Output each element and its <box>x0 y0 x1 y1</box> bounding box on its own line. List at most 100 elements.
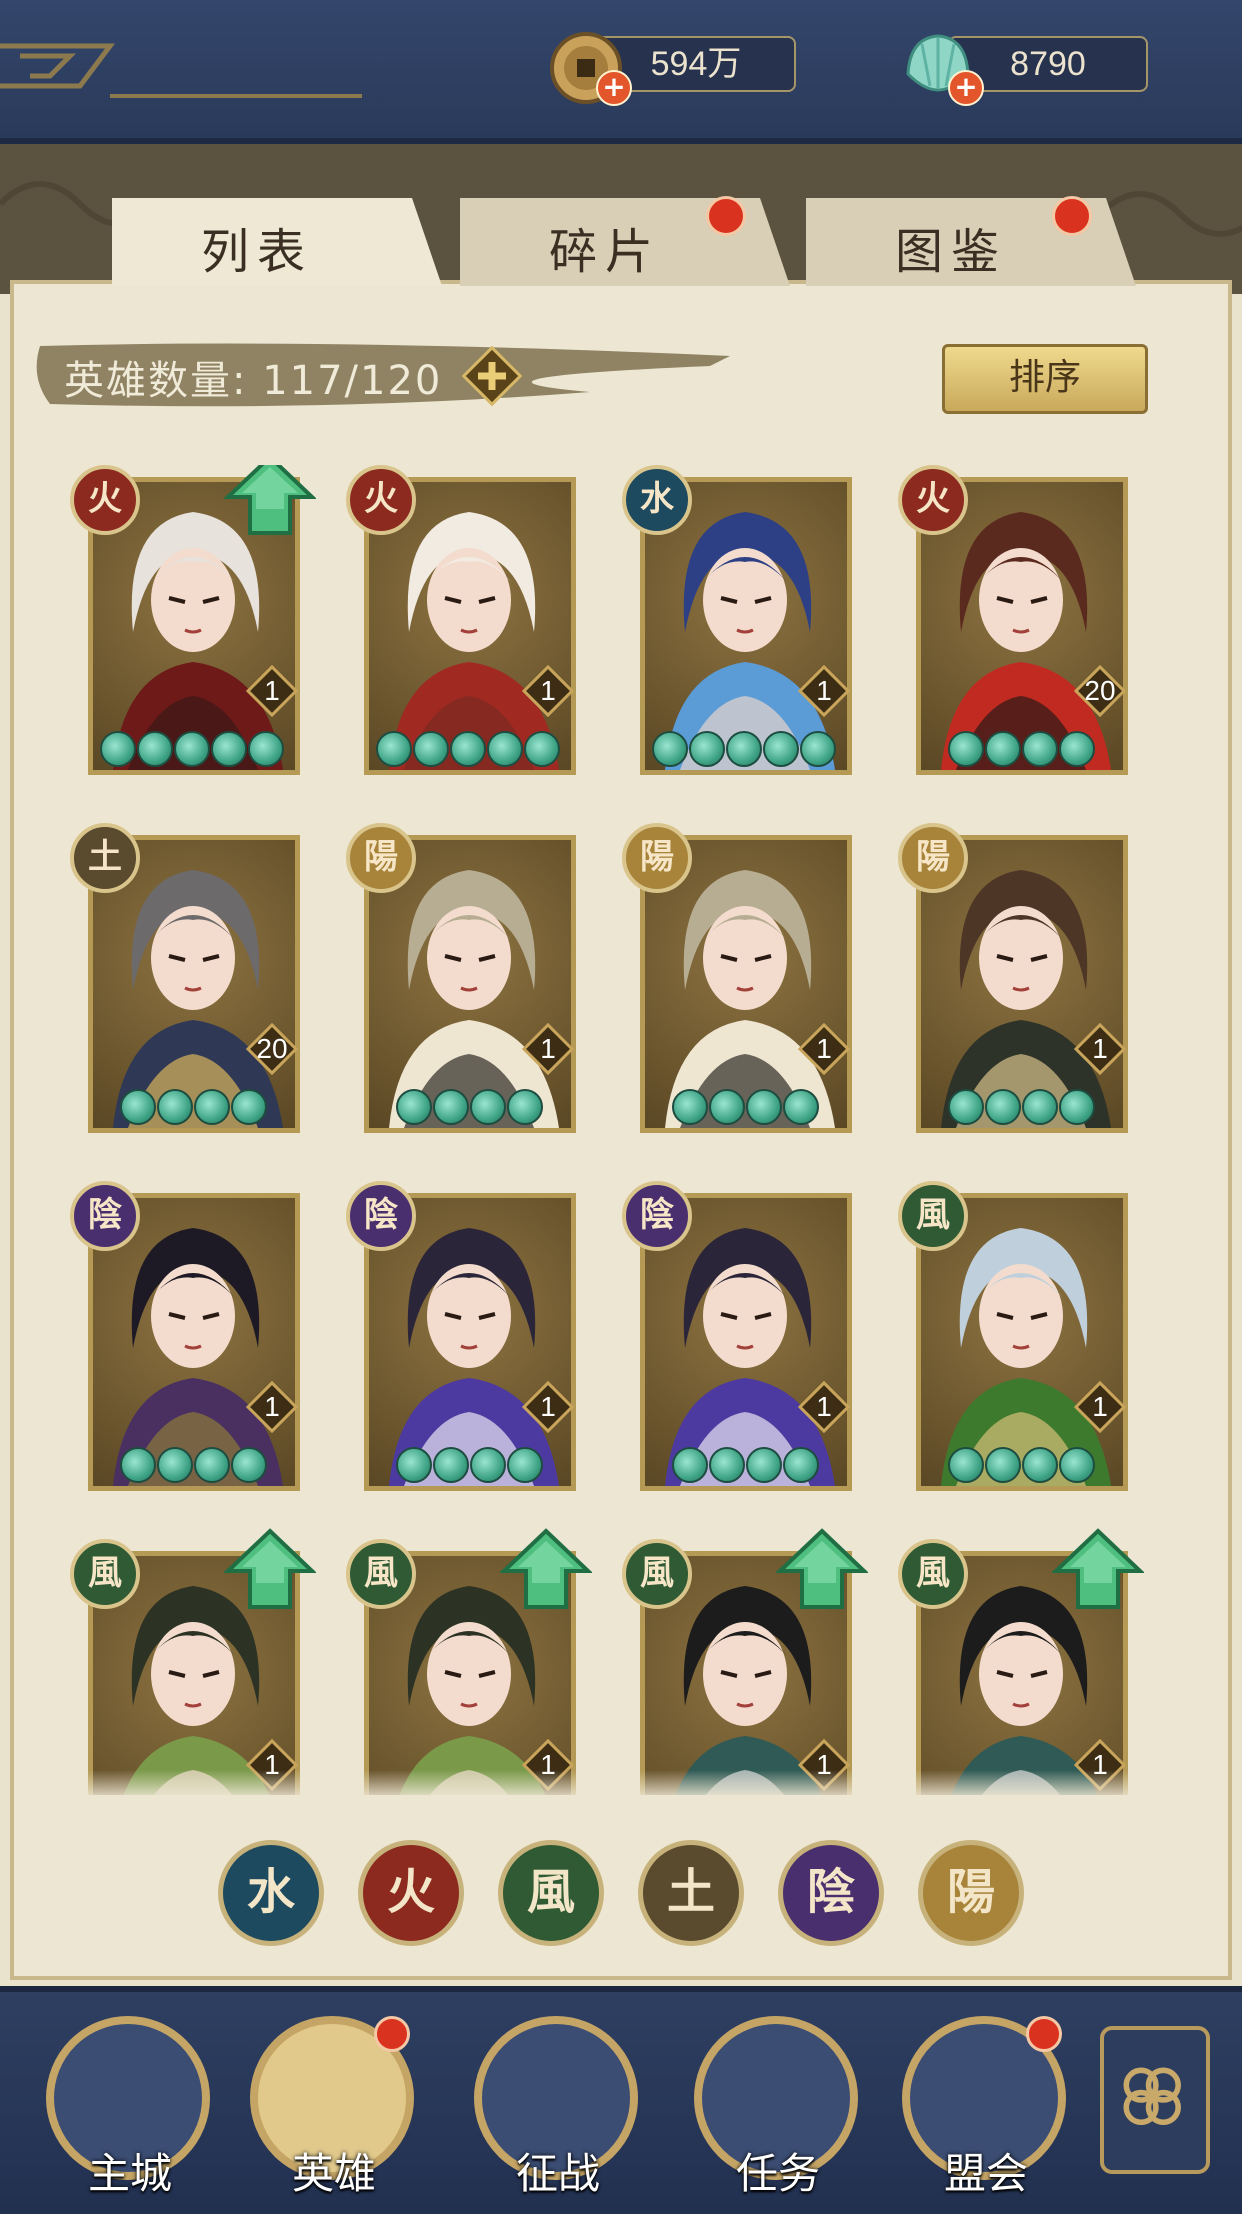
jade-star-icon <box>1022 731 1058 767</box>
hero-card[interactable]: 火 20 <box>898 465 1128 775</box>
level-value: 1 <box>1092 1391 1108 1422</box>
top-bar: 594万 + 8790 + <box>0 0 1242 144</box>
more-menu-button[interactable] <box>1100 2026 1210 2174</box>
nav-1-button[interactable]: 英雄 <box>250 2016 418 2206</box>
jade-star-icon <box>1022 1447 1058 1483</box>
upgrade-arrow-icon <box>224 465 316 535</box>
level-value: 1 <box>816 675 832 706</box>
filter-wind-button[interactable]: 風 <box>498 1840 604 1946</box>
hero-card[interactable]: 陰1 <box>70 1181 300 1491</box>
level-badge: 1 <box>797 1022 851 1076</box>
jade-star-icon <box>433 1089 469 1125</box>
jade-star-icon <box>470 1089 506 1125</box>
jade-star-icon <box>800 731 836 767</box>
filter-fire-button[interactable]: 火 <box>358 1840 464 1946</box>
hero-card[interactable]: 風1 <box>622 1528 868 1795</box>
level-badge: 1 <box>521 664 575 718</box>
filter-yang-button[interactable]: 陽 <box>918 1840 1024 1946</box>
hero-card[interactable]: 風1 <box>898 1181 1128 1491</box>
nav-3-button[interactable]: 任务 <box>694 2016 862 2206</box>
element-badge: 陰 <box>346 1181 416 1251</box>
hero-card[interactable]: 風1 <box>898 1528 1144 1795</box>
hero-card[interactable]: 陽1 <box>346 823 576 1133</box>
jade-star-icon <box>174 731 210 767</box>
jade-star-icon <box>783 1089 819 1125</box>
nav-4-button[interactable]: 盟会 <box>902 2016 1070 2206</box>
hero-card[interactable]: 水1 <box>622 465 852 775</box>
jade-star-icon <box>1059 1089 1095 1125</box>
tab-label: 列表 <box>200 224 313 280</box>
coin-counter: 594万 + <box>548 30 858 106</box>
tab-0[interactable]: 列表 <box>112 198 442 286</box>
jade-star-icon <box>231 1447 267 1483</box>
tab-notification-dot <box>1052 196 1092 236</box>
element-badge: 土 <box>70 823 140 893</box>
jade-counter: 8790 + <box>900 30 1210 106</box>
element-badge: 風 <box>346 1539 416 1609</box>
nav-0-button[interactable]: 主城 <box>46 2016 214 2206</box>
jade-star-icon <box>470 1447 506 1483</box>
hero-card[interactable]: 土 20 <box>70 823 300 1133</box>
jade-star-icon <box>157 1089 193 1125</box>
star-rating <box>396 1447 544 1487</box>
jade-star-icon <box>689 731 725 767</box>
level-badge: 1 <box>797 664 851 718</box>
filter-earth-button[interactable]: 土 <box>638 1840 744 1946</box>
jade-star-icon <box>985 731 1021 767</box>
jade-star-icon <box>231 1089 267 1125</box>
element-badge: 陰 <box>622 1181 692 1251</box>
jade-star-icon <box>985 1089 1021 1125</box>
filter-water-button[interactable]: 水 <box>218 1840 324 1946</box>
element-badge: 陽 <box>346 823 416 893</box>
star-rating <box>672 1447 820 1487</box>
nav-notification-dot <box>374 2016 410 2052</box>
jade-star-icon <box>433 1447 469 1483</box>
element-badge: 水 <box>622 465 692 535</box>
jade-star-icon <box>450 731 486 767</box>
jade-star-icon <box>672 1089 708 1125</box>
jade-star-icon <box>948 1447 984 1483</box>
level-value: 1 <box>816 1391 832 1422</box>
filter-yin-button[interactable]: 陰 <box>778 1840 884 1946</box>
level-value: 1 <box>264 1391 280 1422</box>
hero-card[interactable]: 火1 <box>70 465 316 775</box>
hero-card[interactable]: 陽1 <box>622 823 852 1133</box>
hero-card[interactable]: 風1 <box>346 1528 592 1795</box>
hero-card[interactable]: 火1 <box>346 465 576 775</box>
level-value: 1 <box>264 675 280 706</box>
bottom-nav: 主城 英雄 征战 任务 盟会 <box>0 1986 1242 2214</box>
jade-star-icon <box>194 1089 230 1125</box>
menu-flower-icon <box>1123 2067 1181 2126</box>
element-badge: 陰 <box>70 1181 140 1251</box>
star-rating <box>100 731 285 771</box>
nav-notification-dot <box>1026 2016 1062 2052</box>
add-jade-button[interactable]: + <box>948 70 984 106</box>
jade-star-icon <box>194 1447 230 1483</box>
upgrade-arrow-icon <box>1052 1528 1144 1609</box>
jade-star-icon <box>396 1447 432 1483</box>
add-coins-button[interactable]: + <box>596 70 632 106</box>
level-value: 20 <box>256 1033 288 1064</box>
hero-card[interactable]: 陽1 <box>898 823 1128 1133</box>
hero-card[interactable]: 陰1 <box>622 1181 852 1491</box>
star-rating <box>948 731 1096 771</box>
jade-star-icon <box>652 731 688 767</box>
hero-card[interactable]: 陰1 <box>346 1181 576 1491</box>
nav-label: 征战 <box>515 2149 600 2198</box>
level-badge: 1 <box>797 1380 851 1434</box>
upgrade-arrow-icon <box>776 1528 868 1609</box>
star-rating <box>376 731 561 771</box>
element-badge: 陽 <box>898 823 968 893</box>
star-rating <box>948 1447 1096 1487</box>
jade-star-icon <box>763 731 799 767</box>
element-badge: 風 <box>70 1539 140 1609</box>
hero-card[interactable]: 風1 <box>70 1528 316 1795</box>
level-value: 1 <box>540 1033 556 1064</box>
element-badge: 風 <box>622 1539 692 1609</box>
level-value: 1 <box>540 1391 556 1422</box>
jade-star-icon <box>248 731 284 767</box>
star-rating <box>396 1089 544 1129</box>
nav-2-button[interactable]: 征战 <box>474 2016 642 2206</box>
sort-button[interactable]: 排序 <box>942 344 1148 414</box>
expand-capacity-button[interactable] <box>460 344 524 408</box>
